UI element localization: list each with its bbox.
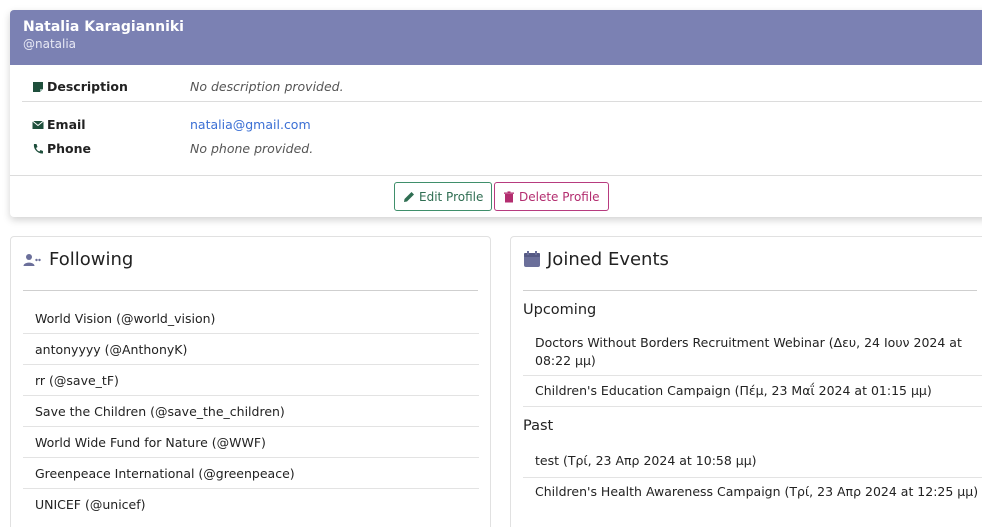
calendar-icon	[524, 251, 540, 267]
following-item[interactable]: World Vision (@world_vision)	[23, 303, 479, 334]
following-item[interactable]: antonyyyy (@AnthonyK)	[23, 334, 479, 365]
note-icon	[33, 81, 43, 92]
following-rule	[23, 290, 478, 291]
phone-value: No phone provided.	[190, 141, 314, 156]
events-title: Joined Events	[523, 249, 669, 270]
email-label: Email	[47, 117, 86, 132]
following-item-label: World Wide Fund for Nature (@WWF)	[35, 434, 266, 450]
following-item-label: rr (@save_tF)	[35, 372, 119, 388]
email-label-wrap: Email	[32, 117, 190, 132]
following-item-label: antonyyyy (@AnthonyK)	[35, 341, 188, 357]
info-divider	[22, 101, 982, 102]
following-item-label: UNICEF (@unicef)	[35, 497, 146, 512]
profile-name: Natalia Karagianniki	[23, 19, 184, 35]
following-title: Following	[23, 249, 133, 270]
event-item-label: Doctors Without Borders Recruitment Webi…	[535, 335, 962, 368]
event-item[interactable]: test (Τρί, 23 Απρ 2024 at 10:58 μμ)	[523, 447, 982, 478]
delete-profile-button[interactable]: Delete Profile	[494, 182, 609, 211]
events-title-label: Joined Events	[547, 249, 669, 270]
event-item[interactable]: Children's Health Awareness Campaign (Τρ…	[523, 478, 982, 509]
following-item[interactable]: Save the Children (@save_the_children)	[23, 396, 479, 427]
delete-profile-label: Delete Profile	[519, 189, 600, 204]
description-row: Description No description provided.	[32, 79, 344, 94]
event-item-label: test (Τρί, 23 Απρ 2024 at 10:58 μμ)	[535, 453, 757, 468]
following-item-label: Save the Children (@save_the_children)	[35, 403, 285, 419]
email-link[interactable]: natalia@gmail.com	[190, 117, 311, 132]
past-heading: Past	[523, 418, 554, 434]
email-row: Email natalia@gmail.com	[32, 117, 311, 132]
event-item[interactable]: Doctors Without Borders Recruitment Webi…	[523, 332, 982, 376]
profile-handle: @natalia	[23, 37, 77, 51]
phone-row: Phone No phone provided.	[32, 141, 313, 156]
trash-icon	[504, 190, 514, 202]
events-rule	[523, 290, 977, 291]
following-item[interactable]: World Wide Fund for Nature (@WWF)	[23, 427, 479, 458]
phone-label: Phone	[47, 141, 92, 156]
following-title-label: Following	[49, 249, 134, 270]
description-value: No description provided.	[190, 79, 344, 94]
description-label-wrap: Description	[32, 79, 190, 94]
following-panel: Following World Vision (@world_vision) a…	[10, 236, 491, 527]
upcoming-heading: Upcoming	[523, 302, 597, 318]
user-follow-icon	[23, 253, 41, 266]
phone-icon	[33, 143, 43, 154]
edit-profile-label: Edit Profile	[419, 189, 484, 204]
footer-divider	[10, 175, 982, 176]
following-item[interactable]: Greenpeace International (@greenpeace)	[23, 458, 479, 489]
envelope-icon	[32, 120, 44, 129]
event-item-label: Children's Health Awareness Campaign (Τρ…	[535, 484, 979, 499]
event-item-label: Children's Education Campaign (Πέμ, 23 Μ…	[535, 383, 932, 398]
following-item-label: World Vision (@world_vision)	[35, 310, 216, 326]
following-item[interactable]: UNICEF (@unicef)	[23, 489, 479, 520]
phone-label-wrap: Phone	[32, 141, 190, 156]
event-item[interactable]: Children's Education Campaign (Πέμ, 23 Μ…	[523, 376, 982, 407]
following-item-label: Greenpeace International (@greenpeace)	[35, 465, 295, 481]
edit-profile-button[interactable]: Edit Profile	[394, 182, 493, 211]
following-item[interactable]: rr (@save_tF)	[23, 365, 479, 396]
pencil-icon	[404, 191, 414, 202]
events-panel: Joined Events Upcoming Doctors Without B…	[510, 236, 982, 527]
description-label: Description	[47, 79, 128, 94]
profile-header: Natalia Karagianniki @natalia	[10, 10, 982, 65]
profile-card: Natalia Karagianniki @natalia Descriptio…	[10, 10, 982, 217]
